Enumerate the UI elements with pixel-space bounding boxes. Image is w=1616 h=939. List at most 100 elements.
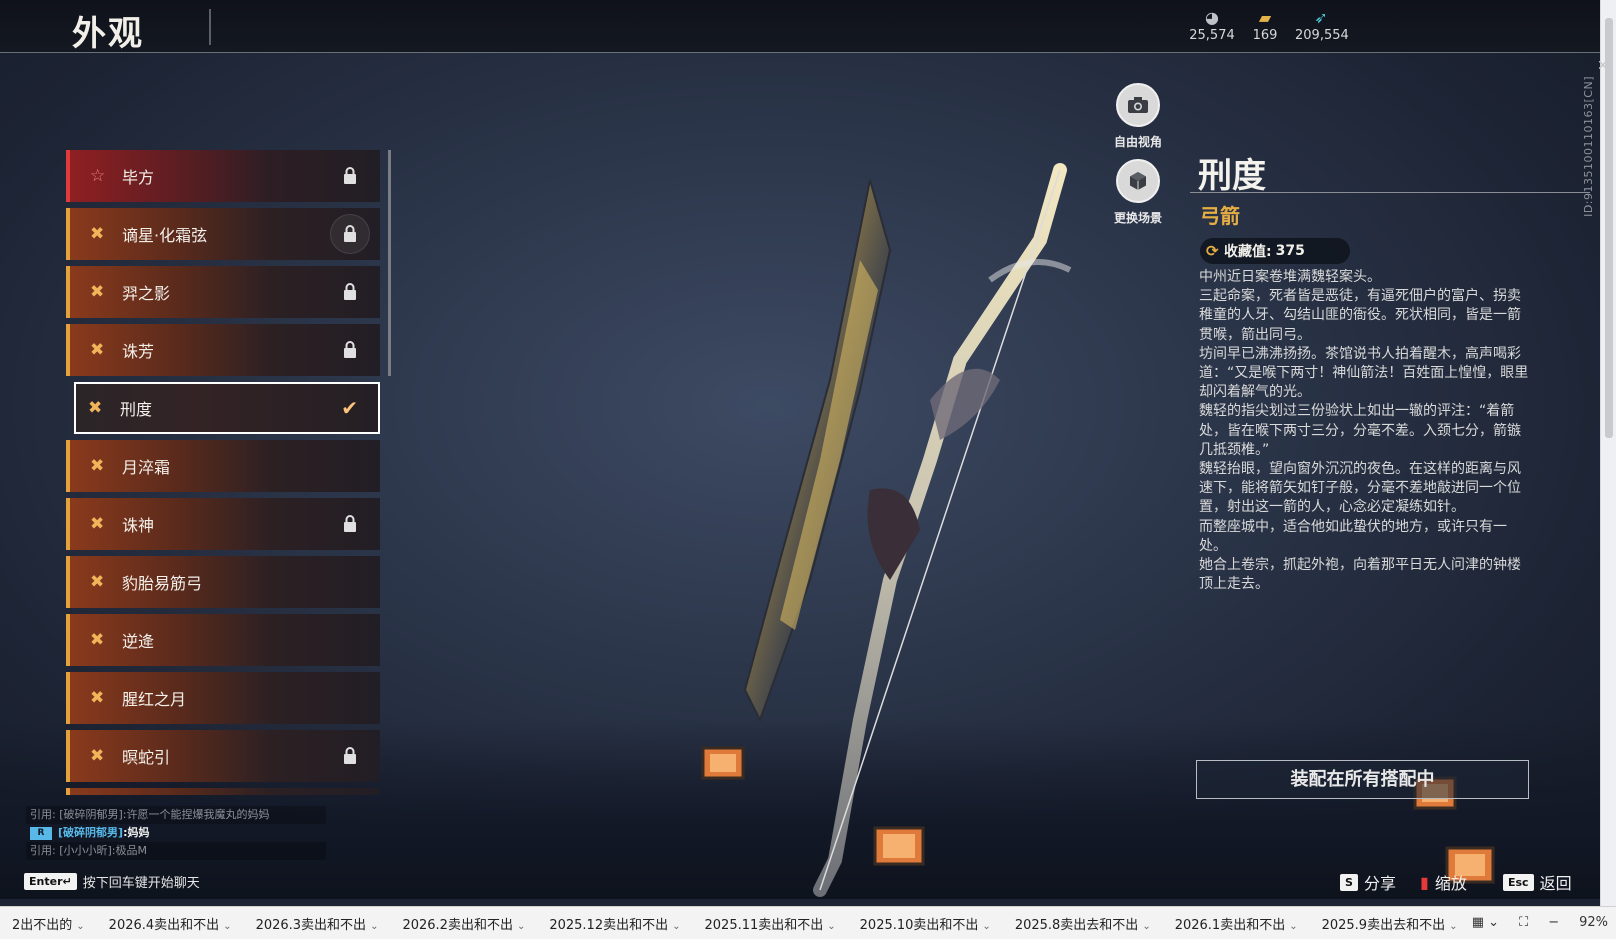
cross-swords-icon: ✖: [88, 397, 103, 418]
collection-icon: ⟳: [1206, 242, 1219, 260]
sheet-tab[interactable]: 2出不出的 ⌄: [0, 914, 97, 933]
item-description: 中州近日案卷堆满魏轻案头。 三起命案，死者皆是恶徒，有逼死佃户的富户、拐卖稚童的…: [1199, 268, 1531, 594]
check-icon: ✔: [341, 396, 358, 420]
free-view-label: 自由视角: [1113, 135, 1162, 149]
description-paragraph: 魏轻的指尖划过三份验状上如出一辙的评注：“着箭处，皆在喉下两寸三分，分毫不差。入…: [1199, 403, 1521, 458]
sheet-tab[interactable]: 2025.9卖出去和不出 ⌄: [1310, 914, 1470, 933]
cross-swords-icon: ✖: [90, 281, 105, 302]
window-scrollbar[interactable]: [1600, 0, 1616, 906]
chat-quote: 引用: [小小小昕]:极品M: [26, 842, 326, 860]
list-item[interactable]: ✖ 月淬霜: [66, 440, 380, 492]
cube-icon: [1116, 159, 1160, 203]
zoom-button[interactable]: ▮ 缩放: [1420, 870, 1467, 894]
cross-swords-icon: ✖: [90, 687, 105, 708]
equip-all-button[interactable]: 装配在所有搭配中: [1196, 760, 1529, 799]
enter-hint-text: 按下回车键开始聊天: [82, 876, 200, 891]
list-item-partial[interactable]: [66, 788, 380, 795]
collection-label: 收藏值:: [1224, 244, 1272, 260]
free-view-button[interactable]: 自由视角: [1098, 83, 1178, 150]
item-label: 腥红之月: [122, 690, 187, 709]
lock-icon: [344, 341, 356, 358]
esc-key: Esc: [1503, 873, 1534, 891]
zoom-level[interactable]: 92%: [1579, 915, 1608, 930]
sheet-tab[interactable]: 2026.4卖出和不出 ⌄: [97, 914, 244, 933]
list-item[interactable]: ✖ 谪星·化霜弦: [66, 208, 380, 260]
sheet-tab[interactable]: 2025.11卖出和不出 ⌄: [693, 914, 848, 933]
top-bar: 外观 ◕ 25,574 ▰ 169 ➶ 209,554: [0, 0, 1600, 54]
item-label: 谪星·化霜弦: [122, 226, 208, 245]
chevron-down-icon: ⌄: [827, 920, 836, 932]
feather-icon: ➶: [1314, 8, 1328, 27]
list-item[interactable]: ✖ 豹胎易筋弓: [66, 556, 380, 608]
chat-panel: 引用: [破碎阴郁男]:许愿一个能捏爆我魔丸的妈妈 R [破碎阴郁男]:妈妈 引用…: [26, 806, 326, 860]
item-label: 毕方: [122, 168, 155, 187]
cross-swords-icon: ✖: [90, 571, 105, 592]
cross-swords-icon: ✖: [90, 745, 105, 766]
chevron-down-icon: ⌄: [672, 920, 681, 932]
list-item[interactable]: ✖ 暝蛇引: [66, 730, 380, 782]
lantern-decoration: [873, 826, 925, 866]
enter-key: Enter↵: [24, 873, 77, 890]
description-paragraph: 她合上卷宗，抓起外袍，向着那平日无人问津的钟楼顶上走去。: [1199, 557, 1521, 593]
server-id-label: ID:9135100110163[CN]: [1582, 76, 1595, 217]
lantern-decoration: [701, 746, 745, 780]
description-paragraph: 坊间早已沸沸扬扬。茶馆说书人拍着醒木，高声喝彩道：“又是喉下两寸！神仙箭法！百姓…: [1199, 345, 1529, 401]
sheet-tab[interactable]: 2026.1卖出和不出 ⌄: [1163, 914, 1310, 933]
list-item[interactable]: ✖ 腥红之月: [66, 672, 380, 724]
description-paragraph: 三起命案，死者皆是恶徒，有逼死佃户的富户、拐卖稚童的人牙、勾结山匪的衙役。死状相…: [1199, 288, 1521, 343]
list-item[interactable]: ✖ 诛芳: [66, 324, 380, 376]
cross-swords-icon: ✖: [90, 455, 105, 476]
cross-swords-icon: ✖: [90, 629, 105, 650]
item-type: 弓箭: [1200, 204, 1240, 228]
list-item[interactable]: ✖ 逆逄: [66, 614, 380, 666]
fullscreen-icon[interactable]: ⛶: [1519, 915, 1528, 930]
item-label: 诛神: [122, 516, 155, 535]
chat-enter-hint[interactable]: Enter↵ 按下回车键开始聊天: [24, 872, 200, 891]
ticket-icon: ▰: [1258, 8, 1272, 27]
sheet-tab[interactable]: 2025.12卖出和不出 ⌄: [537, 914, 692, 933]
currency-feather: ➶ 209,554: [1295, 8, 1349, 43]
mouse-icon: ▮: [1420, 872, 1429, 892]
title-divider: [209, 9, 211, 45]
scrollbar-thumb[interactable]: [1605, 18, 1613, 438]
currency-ticket: ▰ 169: [1250, 8, 1280, 43]
list-item-selected[interactable]: ✖ 刑度 ✔: [74, 382, 380, 434]
appearance-list[interactable]: ☆ 毕方 ✖ 谪星·化霜弦 ✖ 羿之影 ✖ 诛芳 ✖ 刑度 ✔ ✖ 月淬霜 ✖ …: [66, 150, 384, 795]
sheet-tab[interactable]: 2026.3卖出和不出 ⌄: [244, 914, 391, 933]
description-paragraph: 魏轻抬眼，望向窗外沉沉的夜色。在这样的距离与风速下，能将箭矢如钉子般，分毫不差地…: [1199, 461, 1521, 516]
item-label: 豹胎易筋弓: [122, 574, 203, 593]
item-label: 羿之影: [122, 284, 171, 303]
chat-quote: 引用: [破碎阴郁男]:许愿一个能捏爆我魔丸的妈妈: [26, 806, 326, 824]
cross-swords-icon: ✖: [90, 513, 105, 534]
description-paragraph: 中州近日案卷堆满魏轻案头。: [1199, 269, 1381, 285]
chevron-down-icon: ⌄: [516, 920, 526, 932]
item-label: 诛芳: [122, 342, 155, 361]
change-scene-button[interactable]: 更换场景: [1098, 159, 1178, 226]
list-item[interactable]: ✖ 羿之影: [66, 266, 380, 318]
grid-view-icon[interactable]: ▦ ⌄: [1472, 915, 1499, 930]
zoom-out-icon[interactable]: −: [1548, 915, 1559, 930]
chevron-down-icon: ⌄: [370, 920, 379, 932]
zoom-label: 缩放: [1434, 874, 1467, 893]
list-item[interactable]: ☆ 毕方: [66, 150, 380, 202]
lock-icon: [344, 225, 356, 242]
star-icon: ☆: [90, 165, 106, 186]
close-icon[interactable]: ✕: [1597, 58, 1609, 74]
chevron-down-icon: ⌄: [1449, 920, 1458, 932]
chevron-down-icon: ⌄: [1289, 920, 1298, 932]
sheet-tab-bar: 2出不出的 ⌄ 2026.4卖出和不出 ⌄ 2026.3卖出和不出 ⌄ 2026.2卖…: [0, 906, 1616, 939]
sheet-tab[interactable]: 2026.2卖出和不出 ⌄: [390, 914, 537, 933]
list-item[interactable]: ✖ 诛神: [66, 498, 380, 550]
lock-icon: [344, 515, 356, 532]
cross-swords-icon: ✖: [90, 223, 105, 244]
cross-swords-icon: ✖: [90, 339, 105, 360]
sheet-tab[interactable]: 2025.8卖出去和不出 ⌄: [1003, 914, 1163, 933]
page-title: 外观: [72, 14, 144, 54]
back-button[interactable]: Esc 返回: [1503, 870, 1572, 894]
chat-sender[interactable]: [破碎阴郁男]: [58, 826, 123, 839]
list-scrollbar[interactable]: [388, 150, 391, 376]
share-button[interactable]: S 分享: [1340, 870, 1396, 894]
chevron-down-icon: ⌄: [1142, 920, 1151, 932]
bow-weapon-model: [743, 163, 1072, 897]
sheet-tab[interactable]: 2025.10卖出和不出 ⌄: [848, 914, 1003, 933]
